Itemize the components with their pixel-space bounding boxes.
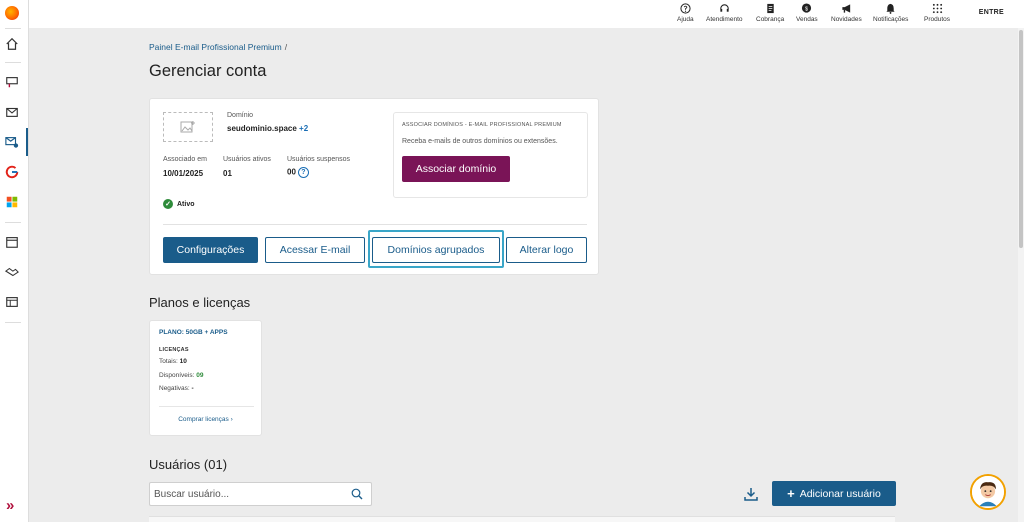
add-user-button[interactable]: + Adicionar usuário [772,481,896,506]
access-email-button[interactable]: Acessar E-mail [265,237,365,263]
account-card: Domínio seudominio.space +2 Associado em… [149,98,599,275]
dashboard-icon[interactable] [4,294,20,310]
billing-topbar-item[interactable]: Cobrança [756,3,784,23]
headset-icon [720,4,729,12]
extra-domains-link[interactable]: +2 [299,124,308,133]
associate-domain-button[interactable]: Associar domínio [402,156,510,182]
change-logo-button[interactable]: Alterar logo [506,237,587,263]
grid-icon [932,3,942,14]
licenses-negative: Negativas: - [159,385,194,392]
active-users-label: Usuários ativos [223,156,271,163]
breadcrumb-link[interactable]: Painel E-mail Profissional Premium [149,42,282,52]
notifications-topbar-item[interactable]: Notificações [873,3,908,23]
plans-section-title: Planos e licenças [149,295,251,310]
download-icon[interactable] [743,486,759,502]
help-icon[interactable]: ? [297,167,309,178]
invoice-icon [766,3,774,14]
rail-divider [5,222,21,223]
domain-value: seudominio.space +2 [227,124,309,133]
help-topbar-item[interactable]: Ajuda [677,3,694,23]
plan-divider [159,406,254,407]
licenses-total: Totais: 10 [159,358,187,365]
users-section-title: Usuários (01) [149,457,228,472]
left-rail: » [0,0,29,522]
page-scrollbar[interactable] [1018,28,1024,522]
plan-name: PLANO: 50GB + APPS [159,329,228,336]
add-image-icon [180,121,195,133]
expand-rail-icon[interactable]: » [6,497,14,514]
svg-text:$: $ [805,6,808,12]
money-bubble-icon: $ [802,3,812,13]
top-bar: Ajuda Atendimento Cobrança $ Vendas Novi… [29,0,1024,28]
store-icon[interactable] [4,234,20,250]
breadcrumb: Painel E-mail Profissional Premium / [149,42,287,52]
brand-logo[interactable] [5,6,19,20]
associated-label: Associado em [163,156,207,163]
domain-flag-icon[interactable] [4,74,20,90]
buy-licenses-link[interactable]: Comprar licenças › [150,416,261,423]
suspended-users-label: Usuários suspensos [287,156,351,163]
users-table-top [149,516,895,522]
chat-assistant-avatar[interactable] [970,474,1006,510]
status-badge: ✓ Ativo [163,199,195,209]
suspended-users-value: 00? [287,167,309,178]
bell-icon [886,3,895,14]
logo-placeholder[interactable] [163,112,213,142]
search-icon[interactable] [351,488,363,500]
associate-panel-title: ASSOCIAR DOMÍNIOS - E-MAIL PROFISSIONAL … [402,122,562,128]
associate-panel-description: Receba e-mails de outros domínios ou ext… [402,138,558,145]
associate-domains-panel: ASSOCIAR DOMÍNIOS - E-MAIL PROFISSIONAL … [393,112,588,198]
home-icon[interactable] [4,36,20,52]
rail-divider [5,28,21,29]
active-indicator [26,128,28,156]
associated-value: 10/01/2025 [163,169,204,178]
search-user-input[interactable] [149,482,372,506]
chevron-right-icon: › [230,416,233,423]
breadcrumb-separator: / [284,42,288,52]
scrollbar-thumb[interactable] [1019,30,1023,248]
card-divider [163,224,587,225]
licenses-available: Disponíveis: 09 [159,372,204,379]
support-topbar-item[interactable]: Atendimento [706,3,743,23]
rail-divider [5,322,21,323]
help-icon [680,3,691,14]
mail-icon[interactable] [4,104,20,120]
news-topbar-item[interactable]: Novidades [831,3,862,23]
microsoft-icon[interactable] [4,194,20,210]
licenses-label: LICENÇAS [159,347,189,353]
page-title: Gerenciar conta [149,62,267,80]
premium-mail-icon[interactable] [4,134,20,150]
megaphone-icon [842,4,851,13]
check-icon: ✓ [163,199,173,209]
google-icon[interactable] [4,164,20,180]
sales-topbar-item[interactable]: $ Vendas [796,3,818,23]
login-link[interactable]: ENTRE [979,9,1004,16]
grouped-domains-button[interactable]: Domínios agrupados [372,237,500,263]
plus-icon: + [787,486,795,501]
plan-card: PLANO: 50GB + APPS LICENÇAS Totais: 10 D… [149,320,262,436]
rail-divider [5,62,21,63]
active-users-value: 01 [223,169,232,178]
domain-label: Domínio [227,112,254,119]
settings-button[interactable]: Configurações [163,237,258,263]
products-topbar-item[interactable]: Produtos [924,3,950,23]
handshake-icon[interactable] [4,264,20,280]
